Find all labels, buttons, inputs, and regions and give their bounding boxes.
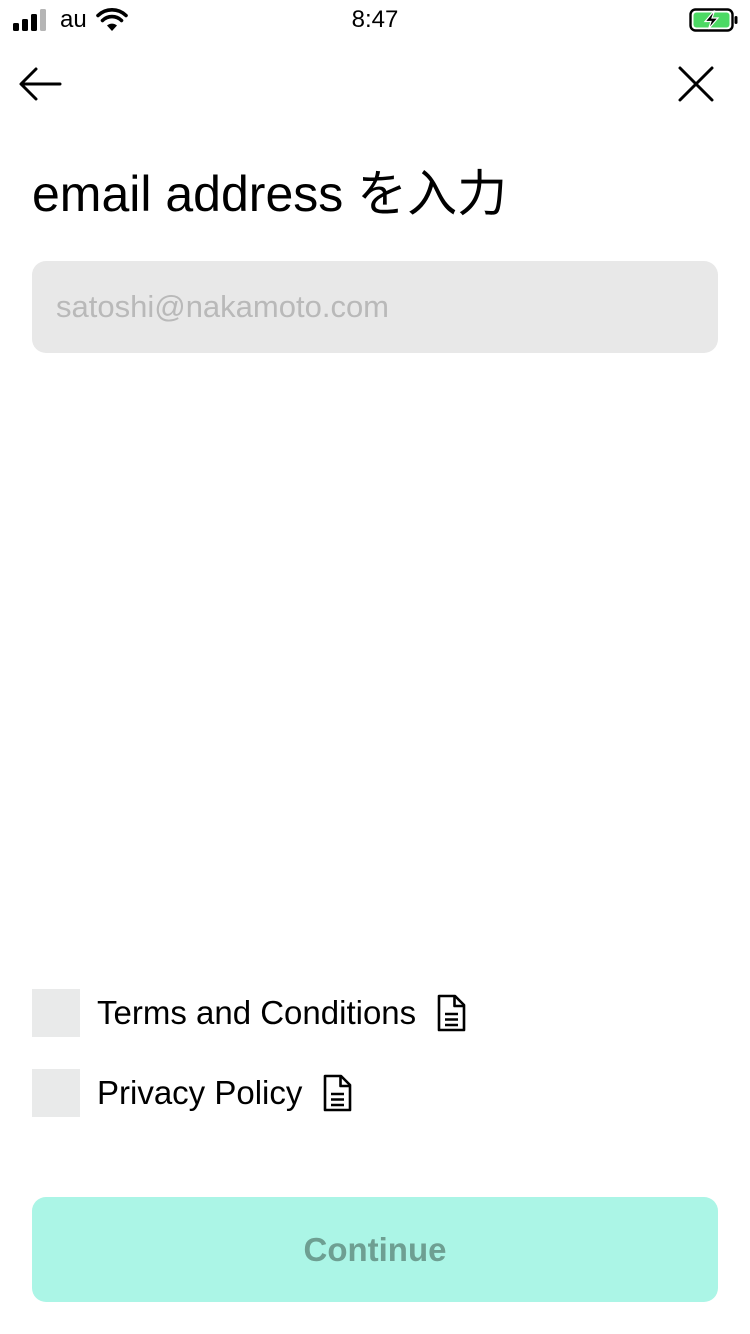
- terms-document-icon[interactable]: [436, 994, 466, 1032]
- privacy-checkbox[interactable]: [32, 1069, 80, 1117]
- terms-checkbox[interactable]: [32, 989, 80, 1037]
- battery-charging-icon: [689, 8, 738, 32]
- back-button[interactable]: [16, 60, 68, 108]
- arrow-left-icon: [19, 67, 62, 101]
- terms-label: Terms and Conditions: [97, 994, 417, 1031]
- status-bar: au 8:47: [0, 0, 750, 40]
- privacy-document-icon[interactable]: [322, 1074, 352, 1112]
- close-icon: [678, 66, 714, 102]
- terms-row: Terms and Conditions: [32, 989, 466, 1037]
- status-time: 8:47: [351, 6, 399, 33]
- continue-button[interactable]: Continue: [32, 1197, 718, 1302]
- email-field[interactable]: [32, 261, 718, 353]
- page-title: email address を入力: [32, 166, 508, 222]
- close-button[interactable]: [672, 60, 720, 108]
- privacy-label: Privacy Policy: [97, 1074, 303, 1111]
- privacy-row: Privacy Policy: [32, 1069, 352, 1117]
